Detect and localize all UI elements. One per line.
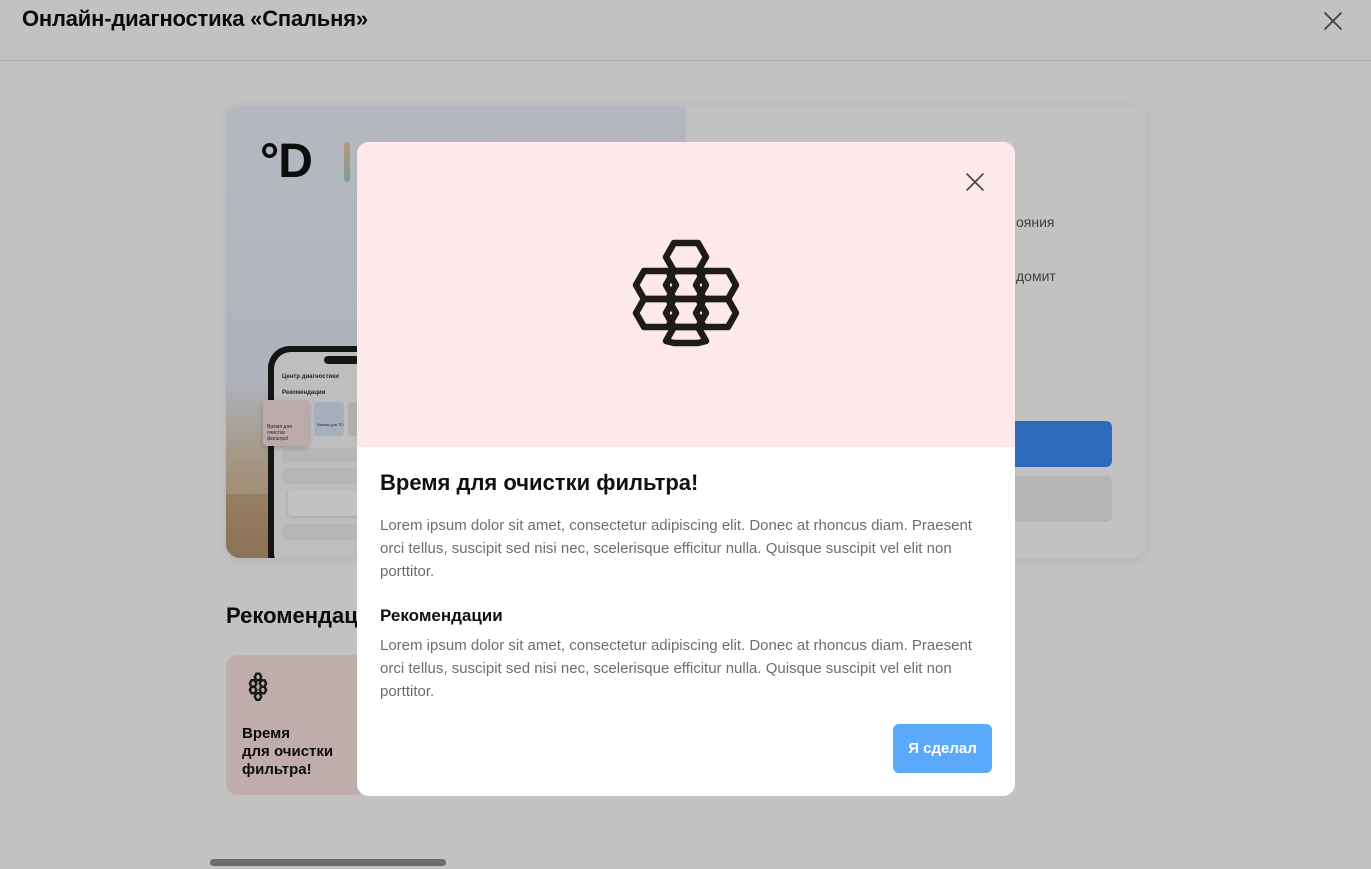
done-button[interactable]: Я сделал [893,724,992,773]
honeycomb-icon [632,239,740,347]
modal-title: Время для очистки фильтра! [380,470,699,495]
modal-recommendations-title: Рекомендации [380,606,503,625]
modal-recommendations-text: Lorem ipsum dolor sit amet, consectetur … [380,637,972,700]
filter-cleaning-modal: Время для очистки фильтра! Lorem ipsum d… [357,142,1015,796]
modal-description: Lorem ipsum dolor sit amet, consectetur … [380,517,972,580]
modal-header [357,142,1015,447]
close-icon[interactable] [963,170,987,194]
